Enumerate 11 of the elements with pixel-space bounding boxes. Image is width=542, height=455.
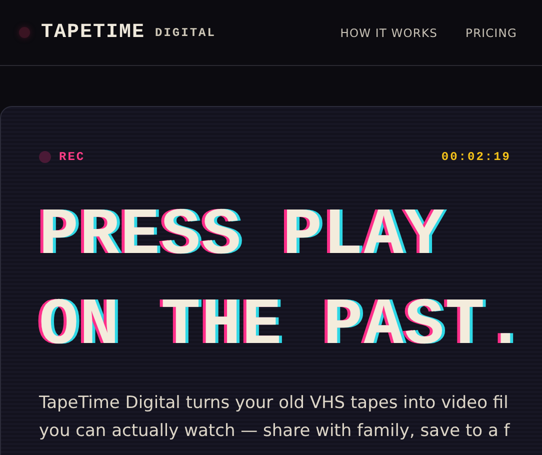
logo[interactable]: TAPETIME (41, 21, 146, 44)
nav-link[interactable]: PRICING (466, 26, 517, 40)
headline: ON THE PAST. (39, 287, 526, 365)
nav-link[interactable]: HOW IT WORKS (340, 26, 438, 40)
timecode: 00:02:19 (441, 150, 511, 164)
headline: PRESS PLAY (39, 197, 446, 275)
intro-text: you can actually watch — share with family, save to a f (39, 420, 510, 443)
logo-subtitle: DIGITAL (155, 26, 216, 40)
rec-label: REC (59, 150, 86, 164)
intro-text: TapeTime Digital turns your old VHS tapes into video fil (39, 392, 508, 415)
status-dot-icon (19, 27, 30, 38)
